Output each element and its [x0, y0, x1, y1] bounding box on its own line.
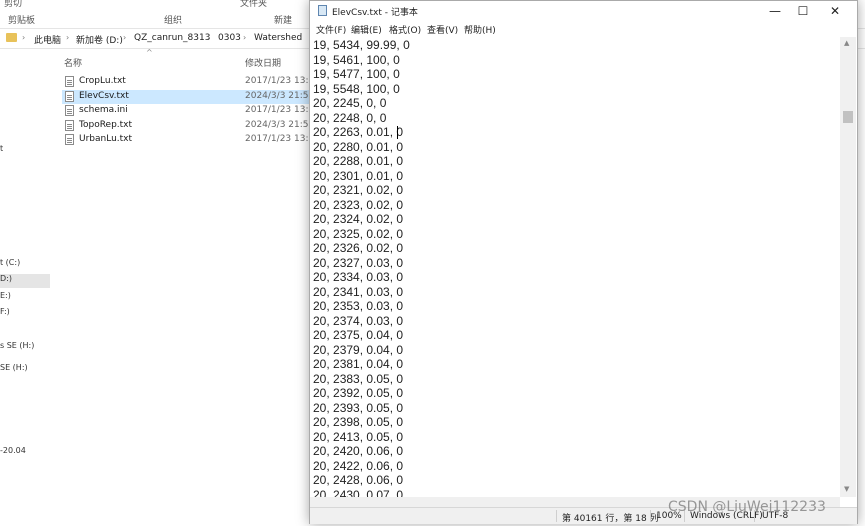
- text-line: 20, 2393, 0.05, 0: [313, 400, 404, 415]
- text-line: 20, 2326, 0.02, 0: [313, 241, 404, 255]
- file-name: UrbanLu.txt: [79, 134, 133, 144]
- notepad-icon: [318, 5, 327, 16]
- text-line: 20, 2398, 0.05, 0: [313, 415, 404, 429]
- organize-group-label: 组织: [164, 16, 183, 26]
- file-name: TopoRep.txt: [79, 119, 133, 130]
- file-row[interactable]: TopoRep.txt 2024/3/3 21:52: [62, 119, 315, 133]
- file-name: CropLu.txt: [79, 76, 126, 86]
- csdn-watermark: CSDN @LiuWei112233: [668, 499, 826, 515]
- chevron-right-icon: ›: [22, 33, 26, 42]
- text-line: 20, 2353, 0.03, 0: [313, 299, 404, 313]
- file-row[interactable]: CropLu.txt 2017/1/23 13:30: [62, 75, 320, 89]
- nav-item[interactable]: E:): [0, 291, 50, 305]
- status-divider: [556, 510, 557, 522]
- breadcrumb-item[interactable]: 0303: [218, 33, 241, 43]
- breadcrumb-item[interactable]: QZ_canrun_8313: [134, 33, 210, 43]
- clipboard-group-label: 剪贴板: [8, 16, 36, 26]
- text-line: 19, 5477, 100, 0: [313, 67, 400, 81]
- nav-item[interactable]: SE (H:): [0, 363, 50, 377]
- nav-item[interactable]: D:): [0, 274, 50, 288]
- menu-view[interactable]: 查看(V): [427, 23, 458, 36]
- nav-item[interactable]: t (C:): [0, 258, 50, 272]
- breadcrumb-item[interactable]: 此电脑: [34, 33, 61, 46]
- text-line: 20, 2392, 0.05, 0: [313, 386, 404, 400]
- text-line: 20, 2422, 0.06, 0: [313, 458, 404, 473]
- column-header-date[interactable]: 修改日期: [245, 56, 281, 69]
- vertical-scrollbar[interactable]: ▲ ▼: [840, 37, 856, 497]
- file-date: 2024/3/3 21:52: [245, 90, 315, 101]
- close-button[interactable]: ✕: [820, 1, 850, 21]
- nav-item[interactable]: t: [0, 144, 50, 158]
- text-line: 20, 2280, 0.01, 0: [313, 139, 404, 154]
- text-file-icon: [65, 119, 74, 131]
- text-line: 20, 2288, 0.01, 0: [313, 154, 404, 168]
- cursor-position: 第 40161 行，第 18 列: [562, 514, 659, 524]
- window-title: ElevCsv.txt - 记事本: [332, 8, 418, 18]
- text-line: 19, 5434, 99.99, 0: [313, 38, 410, 52]
- minimize-button[interactable]: —: [760, 1, 790, 21]
- text-line: 20, 2381, 0.04, 0: [313, 357, 404, 371]
- text-line: 20, 2420, 0.06, 0: [313, 444, 404, 458]
- text-line: 20, 2428, 0.06, 0: [313, 473, 404, 487]
- file-row[interactable]: schema.ini 2017/1/23 13:29: [62, 104, 320, 118]
- file-date: 2024/3/3 21:52: [245, 119, 315, 130]
- text-line: 20, 2248, 0, 0: [313, 110, 387, 125]
- nav-item[interactable]: s SE (H:): [0, 341, 50, 355]
- text-line: 20, 2327, 0.03, 0: [313, 255, 404, 270]
- cut-label[interactable]: 剪切: [4, 0, 22, 9]
- nav-item[interactable]: F:): [0, 307, 50, 321]
- chevron-right-icon: ›: [207, 33, 211, 42]
- text-line: 19, 5461, 100, 0: [313, 52, 400, 67]
- scroll-down-icon[interactable]: ▼: [844, 485, 849, 493]
- maximize-button[interactable]: ☐: [788, 1, 818, 21]
- sort-up-icon: ^: [146, 48, 153, 57]
- scrollbar-thumb[interactable]: [843, 111, 853, 123]
- text-file-icon: [65, 90, 74, 102]
- title-bar[interactable]: ElevCsv.txt - 记事本 — ☐ ✕: [310, 1, 857, 21]
- status-divider: [650, 510, 651, 522]
- text-file-icon: [65, 76, 74, 87]
- text-line: 20, 2245, 0, 0: [313, 96, 387, 110]
- text-line: 20, 2334, 0.03, 0: [313, 270, 404, 284]
- menu-bar: 文件(F) 编辑(E) 格式(O) 查看(V) 帮助(H): [310, 21, 857, 37]
- text-line: 20, 2324, 0.02, 0: [313, 212, 404, 226]
- new-folder-label[interactable]: 文件夹: [240, 0, 267, 9]
- menu-file[interactable]: 文件(F): [316, 23, 346, 36]
- chevron-right-icon: ›: [243, 33, 247, 42]
- text-file-icon: [65, 134, 74, 145]
- notepad-window: ElevCsv.txt - 记事本 — ☐ ✕ 文件(F) 编辑(E) 格式(O…: [309, 0, 858, 524]
- text-line: 20, 2413, 0.05, 0: [313, 429, 404, 444]
- text-line: 20, 2383, 0.05, 0: [313, 371, 404, 386]
- text-editor-area[interactable]: 19, 5434, 99.99, 0 19, 5461, 100, 0 19, 54…: [310, 37, 840, 497]
- text-line: 20, 2325, 0.02, 0: [313, 226, 404, 241]
- text-line: 20, 2379, 0.04, 0: [313, 342, 404, 357]
- breadcrumb-item[interactable]: 新加卷 (D:): [76, 33, 123, 46]
- text-line: 20, 2301, 0.01, 0: [313, 168, 404, 183]
- text-file-icon: [65, 105, 74, 116]
- scroll-up-icon[interactable]: ▲: [844, 39, 849, 47]
- text-line: 20, 2374, 0.03, 0: [313, 313, 404, 328]
- chevron-right-icon: ›: [123, 33, 127, 42]
- text-line: 20, 2323, 0.02, 0: [313, 197, 404, 212]
- file-name: ElevCsv.txt: [79, 90, 129, 101]
- text-line: 20, 2375, 0.04, 0: [313, 328, 404, 342]
- chevron-right-icon: ›: [66, 33, 70, 42]
- new-group-label: 新建: [274, 16, 293, 26]
- menu-edit[interactable]: 编辑(E): [351, 23, 382, 36]
- menu-format[interactable]: 格式(O): [389, 23, 421, 36]
- file-row[interactable]: UrbanLu.txt 2017/1/23 13:29: [62, 133, 320, 147]
- nav-item[interactable]: -20.04: [0, 446, 50, 460]
- text-line: 20, 2430, 0.07, 0: [313, 487, 404, 498]
- text-caret: [397, 126, 398, 139]
- column-header-name[interactable]: 名称: [64, 56, 82, 69]
- text-line: 20, 2263, 0.01, 0: [313, 125, 404, 139]
- text-line: 20, 2321, 0.02, 0: [313, 183, 404, 197]
- breadcrumb-item[interactable]: Watershed: [254, 33, 302, 43]
- text-line: 20, 2341, 0.03, 0: [313, 284, 404, 299]
- file-name: schema.ini: [79, 105, 128, 115]
- text-line: 19, 5548, 100, 0: [313, 81, 400, 96]
- menu-help[interactable]: 帮助(H): [464, 23, 496, 36]
- file-row[interactable]: ElevCsv.txt 2024/3/3 21:52: [62, 89, 315, 104]
- folder-icon: [6, 33, 17, 42]
